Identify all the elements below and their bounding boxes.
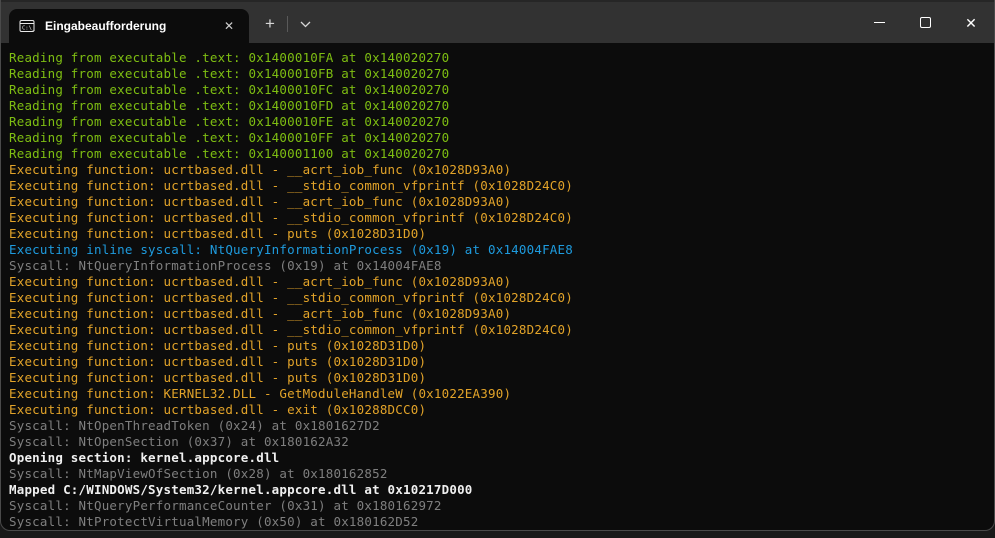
tab-title: Eingabeaufforderung: [45, 19, 211, 33]
tab-dropdown-button[interactable]: [290, 9, 320, 39]
terminal-line: Executing function: KERNEL32.DLL - GetMo…: [9, 386, 986, 402]
terminal-line: Reading from executable .text: 0x1400010…: [9, 130, 986, 146]
close-button[interactable]: ✕: [948, 2, 994, 43]
terminal-line: Reading from executable .text: 0x1400010…: [9, 114, 986, 130]
tab-close-icon[interactable]: ✕: [219, 17, 239, 35]
terminal-line: Syscall: NtProtectVirtualMemory (0x50) a…: [9, 514, 986, 530]
terminal-line: Executing function: ucrtbased.dll - puts…: [9, 370, 986, 386]
terminal-line: Syscall: NtOpenSection (0x37) at 0x18016…: [9, 434, 986, 450]
terminal-line: Executing inline syscall: NtQueryInforma…: [9, 242, 986, 258]
terminal-line: Executing function: ucrtbased.dll - __st…: [9, 210, 986, 226]
terminal-output[interactable]: Reading from executable .text: 0x1400010…: [1, 43, 994, 531]
terminal-line: Reading from executable .text: 0x1400010…: [9, 82, 986, 98]
terminal-line: Executing function: ucrtbased.dll - puts…: [9, 354, 986, 370]
terminal-line: Reading from executable .text: 0x1400010…: [9, 98, 986, 114]
terminal-line: Syscall: NtOpenThreadToken (0x24) at 0x1…: [9, 418, 986, 434]
titlebar: C:\_ Eingabeaufforderung ✕ +: [1, 0, 994, 43]
svg-text:C:\_: C:\_: [22, 26, 35, 32]
terminal-line: Executing function: ucrtbased.dll - __st…: [9, 322, 986, 338]
new-tab-button[interactable]: +: [255, 9, 285, 39]
terminal-line: Reading from executable .text: 0x1400010…: [9, 50, 986, 66]
tab-eingabeaufforderung[interactable]: C:\_ Eingabeaufforderung ✕: [9, 9, 249, 43]
maximize-button[interactable]: [902, 2, 948, 43]
cmd-icon: C:\_: [19, 18, 35, 34]
chevron-down-icon: [300, 15, 311, 33]
close-icon: ✕: [965, 16, 977, 30]
terminal-window: C:\_ Eingabeaufforderung ✕ +: [0, 0, 995, 531]
maximize-icon: [920, 17, 931, 28]
window-controls: ✕: [856, 2, 994, 43]
terminal-line: Executing function: ucrtbased.dll - __ac…: [9, 306, 986, 322]
terminal-line: Executing function: ucrtbased.dll - puts…: [9, 338, 986, 354]
terminal-line: Reading from executable .text: 0x1400010…: [9, 66, 986, 82]
terminal-line: Mapped C:/WINDOWS/System32/kernel.appcor…: [9, 482, 986, 498]
terminal-line: Opening section: kernel.appcore.dll: [9, 450, 986, 466]
terminal-line: Reading from executable .text: 0x1400011…: [9, 146, 986, 162]
terminal-line: Syscall: NtQueryPerformanceCounter (0x31…: [9, 498, 986, 514]
minimize-button[interactable]: [856, 2, 902, 43]
terminal-line: Executing function: ucrtbased.dll - exit…: [9, 402, 986, 418]
terminal-line: Syscall: NtQueryInformationProcess (0x19…: [9, 258, 986, 274]
terminal-line: Executing function: ucrtbased.dll - __st…: [9, 290, 986, 306]
terminal-line: Executing function: ucrtbased.dll - __ac…: [9, 194, 986, 210]
tabbar-divider: [287, 16, 288, 32]
terminal-line: Executing function: ucrtbased.dll - __ac…: [9, 162, 986, 178]
terminal-line: Syscall: NtMapViewOfSection (0x28) at 0x…: [9, 466, 986, 482]
minimize-icon: [874, 22, 885, 23]
terminal-line: Executing function: ucrtbased.dll - __st…: [9, 178, 986, 194]
terminal-line: Executing function: ucrtbased.dll - __ac…: [9, 274, 986, 290]
terminal-line: Executing function: ucrtbased.dll - puts…: [9, 226, 986, 242]
